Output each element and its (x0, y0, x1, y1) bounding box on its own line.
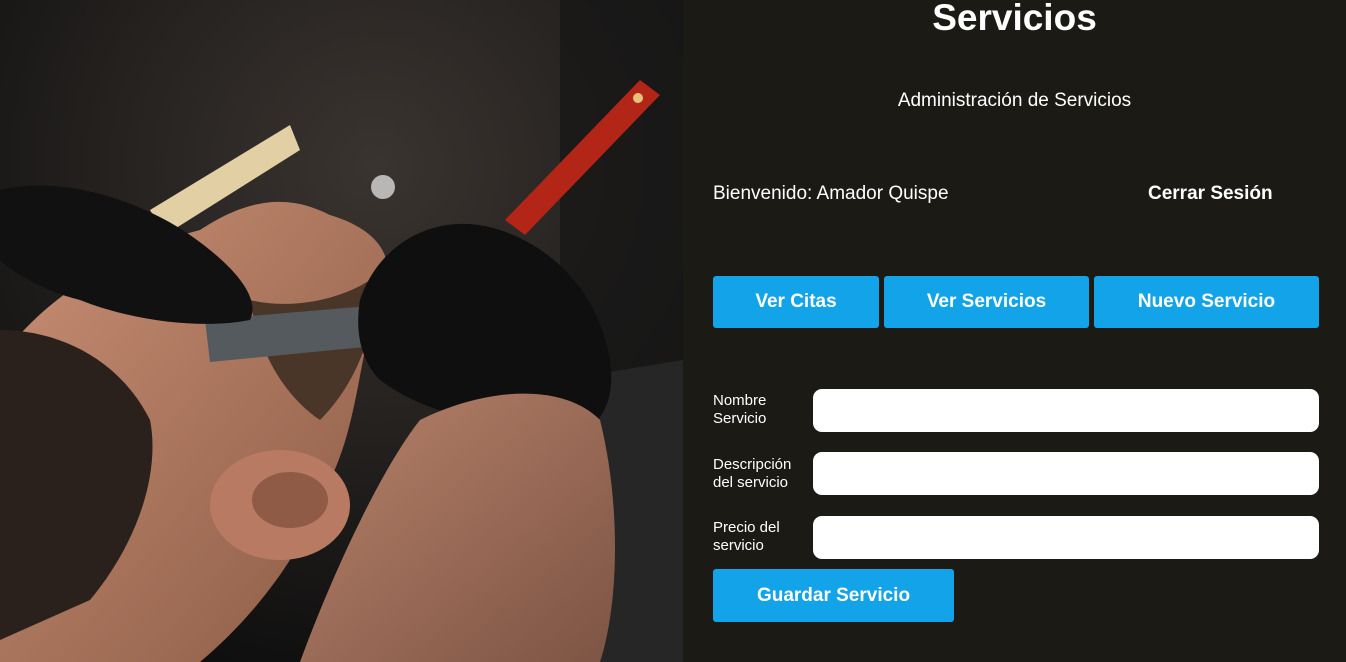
service-name-label: Nombre Servicio (713, 392, 767, 427)
save-service-button[interactable]: Guardar Servicio (713, 569, 954, 622)
service-price-input[interactable] (813, 516, 1319, 559)
hero-image-barber-shaving (0, 0, 683, 662)
service-price-label: Precio del servicio (713, 519, 780, 554)
logout-link[interactable]: Cerrar Sesión (1148, 183, 1273, 205)
barber-photo-illustration (0, 0, 683, 662)
page-title: Servicios (932, 0, 1097, 38)
welcome-message: Bienvenido: Amador Quispe (713, 183, 949, 204)
service-name-input[interactable] (813, 389, 1319, 432)
service-description-input[interactable] (813, 452, 1319, 495)
services-admin-panel: Servicios Administración de Servicios Bi… (683, 0, 1346, 662)
new-service-button[interactable]: Nuevo Servicio (1094, 276, 1319, 328)
page-subtitle: Administración de Servicios (897, 90, 1132, 111)
service-description-label: Descripción del servicio (713, 456, 792, 491)
view-appointments-button[interactable]: Ver Citas (713, 276, 879, 328)
view-services-button[interactable]: Ver Servicios (884, 276, 1089, 328)
